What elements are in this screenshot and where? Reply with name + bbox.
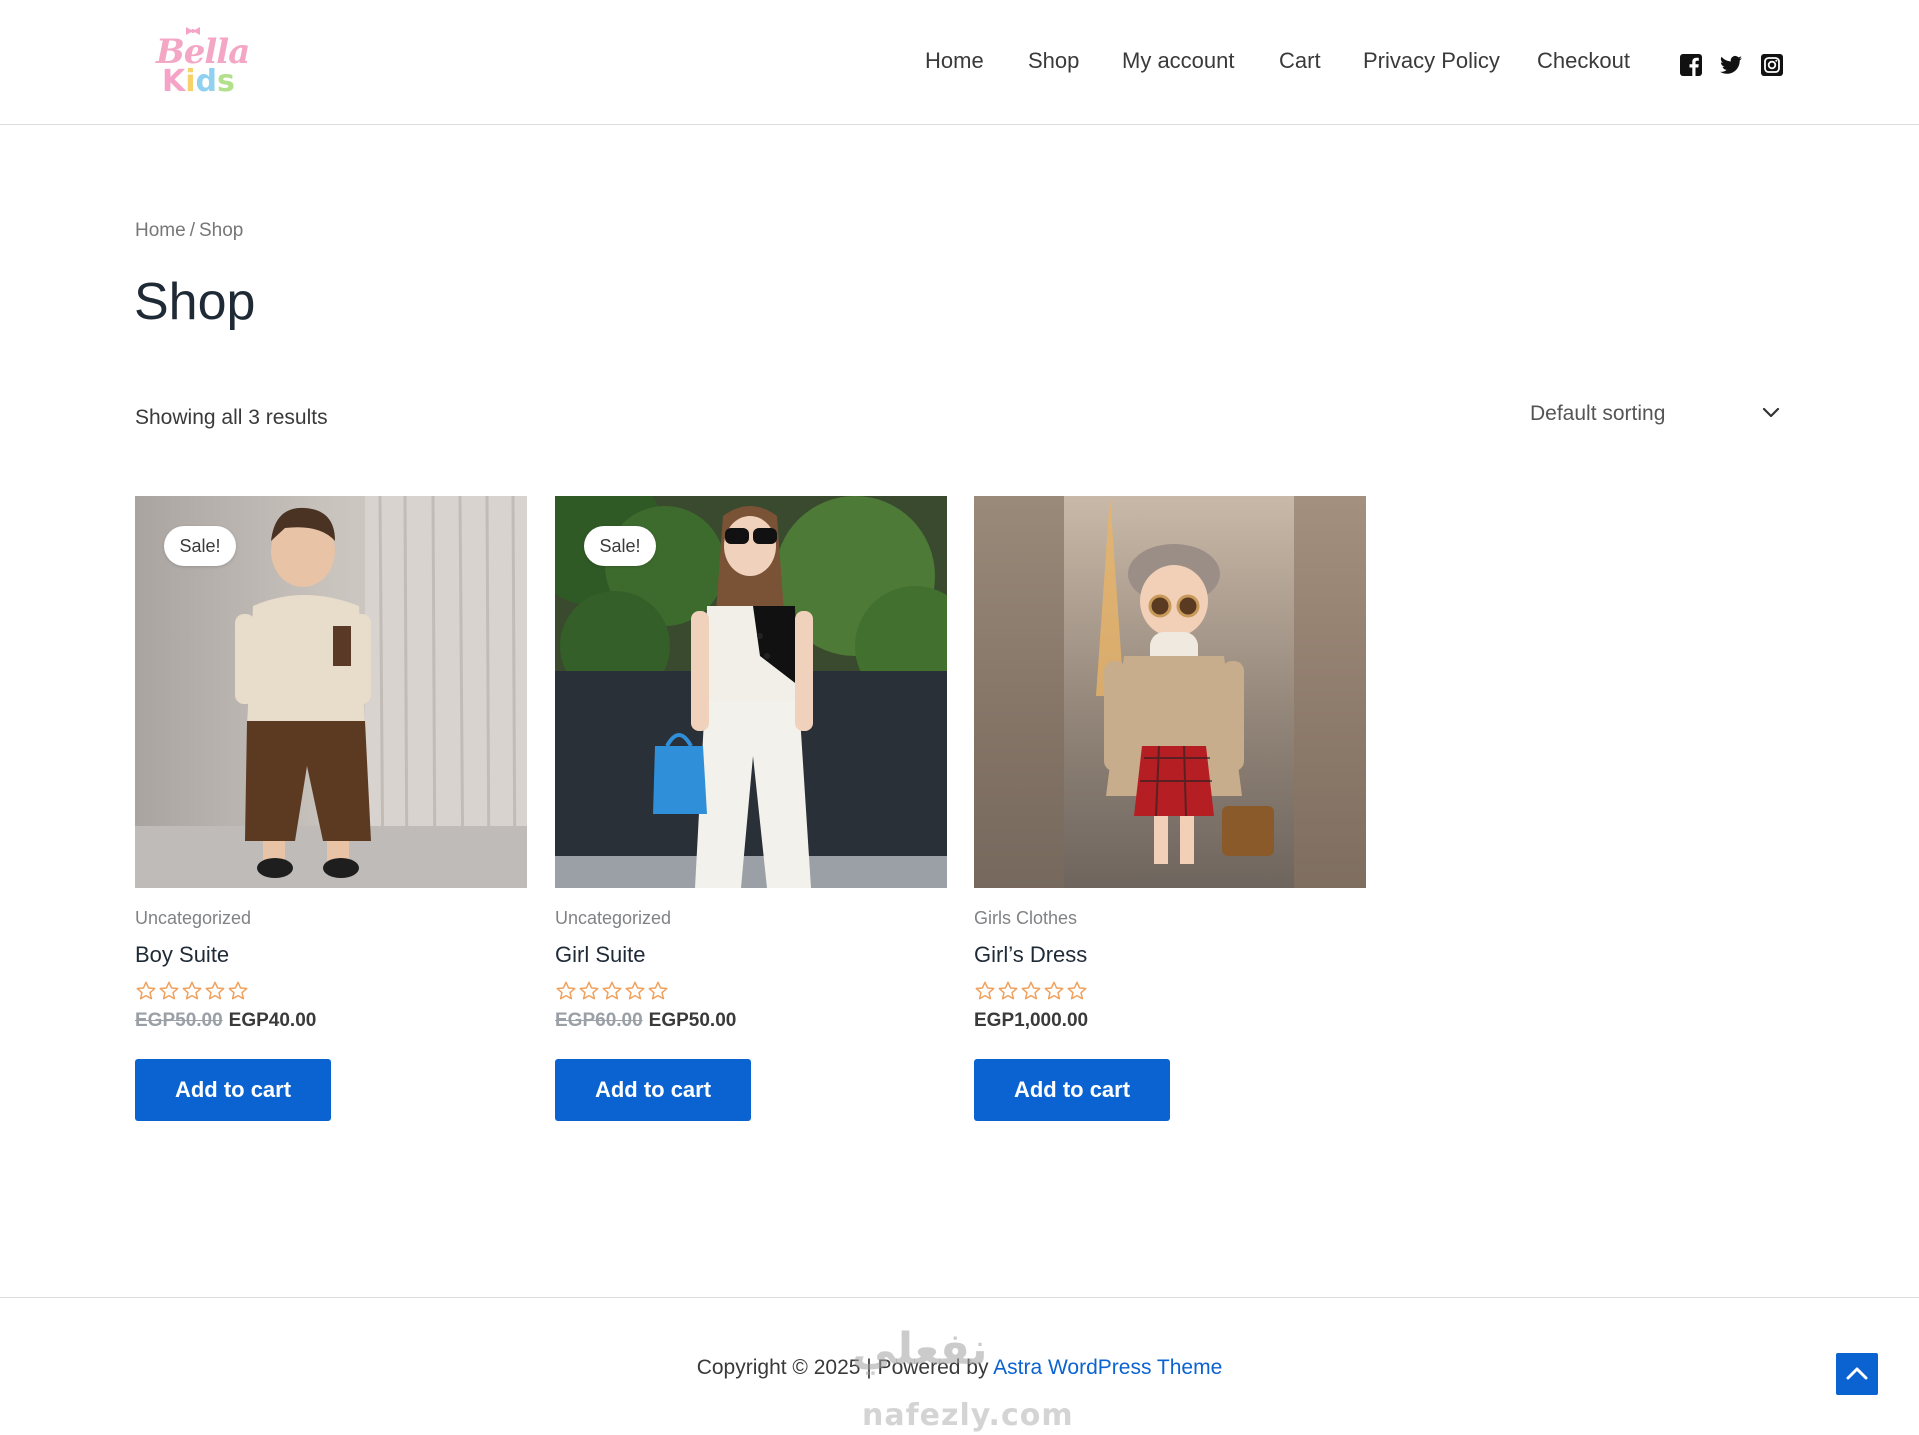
scroll-to-top-button[interactable] [1836, 1353, 1878, 1395]
nav-item-cart[interactable]: Cart [1279, 48, 1321, 74]
product-category[interactable]: Uncategorized [555, 908, 671, 929]
star-outline-icon [648, 981, 668, 1000]
nav-item-home[interactable]: Home [925, 48, 984, 74]
star-outline-icon [205, 981, 225, 1000]
product-price: EGP50.00 EGP40.00 [135, 1010, 316, 1032]
breadcrumb-separator: / [189, 220, 195, 241]
star-rating [135, 980, 249, 1002]
product-title[interactable]: Boy Suite [135, 942, 229, 968]
star-outline-icon [1067, 981, 1087, 1000]
star-outline-icon [182, 981, 202, 1000]
sorting-selected-value: Default sorting [1530, 402, 1666, 425]
facebook-icon[interactable] [1679, 53, 1703, 77]
site-header: Bella Kids Home Shop My account Cart Pri… [0, 0, 1919, 125]
star-outline-icon [579, 981, 599, 1000]
sorting-select[interactable]: Default sorting [1530, 398, 1780, 434]
nav-item-checkout[interactable]: Checkout [1537, 48, 1630, 74]
star-outline-icon [1021, 981, 1041, 1000]
logo-text-kids: Kids [162, 64, 235, 99]
logo-letter: s [217, 64, 235, 99]
star-outline-icon [159, 981, 179, 1000]
star-outline-icon [625, 981, 645, 1000]
breadcrumb-current: Shop [198, 220, 244, 241]
result-count: Showing all 3 results [135, 406, 328, 429]
breadcrumb: Home / Shop [135, 220, 243, 242]
logo-letter: i [185, 64, 196, 99]
astra-theme-link[interactable]: Astra WordPress Theme [993, 1356, 1222, 1379]
product-price: EGP1,000.00 [974, 1010, 1088, 1032]
product-category[interactable]: Girls Clothes [974, 908, 1077, 929]
product-image-girl-suite[interactable]: Sale! [555, 496, 947, 888]
nav-item-my-account[interactable]: My account [1122, 48, 1235, 74]
product-title[interactable]: Girl’s Dress [974, 942, 1087, 968]
star-outline-icon [975, 981, 995, 1000]
page-title: Shop [134, 273, 256, 331]
add-to-cart-button[interactable]: Add to cart [135, 1059, 331, 1121]
product-title[interactable]: Girl Suite [555, 942, 645, 968]
add-to-cart-button[interactable]: Add to cart [974, 1059, 1170, 1121]
sale-badge: Sale! [164, 526, 236, 566]
star-rating [974, 980, 1088, 1002]
product-image-girls-dress[interactable] [974, 496, 1366, 888]
logo-letter: K [162, 64, 186, 99]
logo-letter: d [195, 64, 218, 99]
breadcrumb-home-link[interactable]: Home [135, 220, 186, 241]
star-outline-icon [228, 981, 248, 1000]
product-regular-price: EGP1,000.00 [974, 1010, 1089, 1031]
star-outline-icon [1044, 981, 1064, 1000]
star-outline-icon [602, 981, 622, 1000]
nav-item-privacy-policy[interactable]: Privacy Policy [1363, 48, 1500, 74]
add-to-cart-button[interactable]: Add to cart [555, 1059, 751, 1121]
star-outline-icon [556, 981, 576, 1000]
product-category[interactable]: Uncategorized [135, 908, 251, 929]
product-old-price: EGP60.00 [555, 1010, 643, 1031]
nav-item-shop[interactable]: Shop [1028, 48, 1079, 74]
star-outline-icon [998, 981, 1018, 1000]
site-logo[interactable]: Bella Kids [152, 22, 250, 104]
watermark-english: nafezly.com [862, 1398, 1074, 1433]
product-price: EGP60.00 EGP50.00 [555, 1010, 736, 1032]
instagram-icon[interactable] [1760, 53, 1784, 77]
watermark-arabic: نفعلي [852, 1324, 988, 1375]
star-outline-icon [136, 981, 156, 1000]
sale-badge: Sale! [584, 526, 656, 566]
chevron-down-icon [1762, 407, 1780, 418]
product-old-price: EGP50.00 [135, 1010, 223, 1031]
product-photo [974, 496, 1366, 888]
product-sale-price: EGP40.00 [228, 1010, 317, 1031]
product-image-boy-suite[interactable]: Sale! [135, 496, 527, 888]
product-sale-price: EGP50.00 [648, 1010, 737, 1031]
chevron-up-icon [1846, 1367, 1868, 1380]
star-rating [555, 980, 669, 1002]
twitter-icon[interactable] [1719, 53, 1743, 77]
site-footer: Copyright © 2025 | Powered by Astra Word… [0, 1297, 1919, 1435]
